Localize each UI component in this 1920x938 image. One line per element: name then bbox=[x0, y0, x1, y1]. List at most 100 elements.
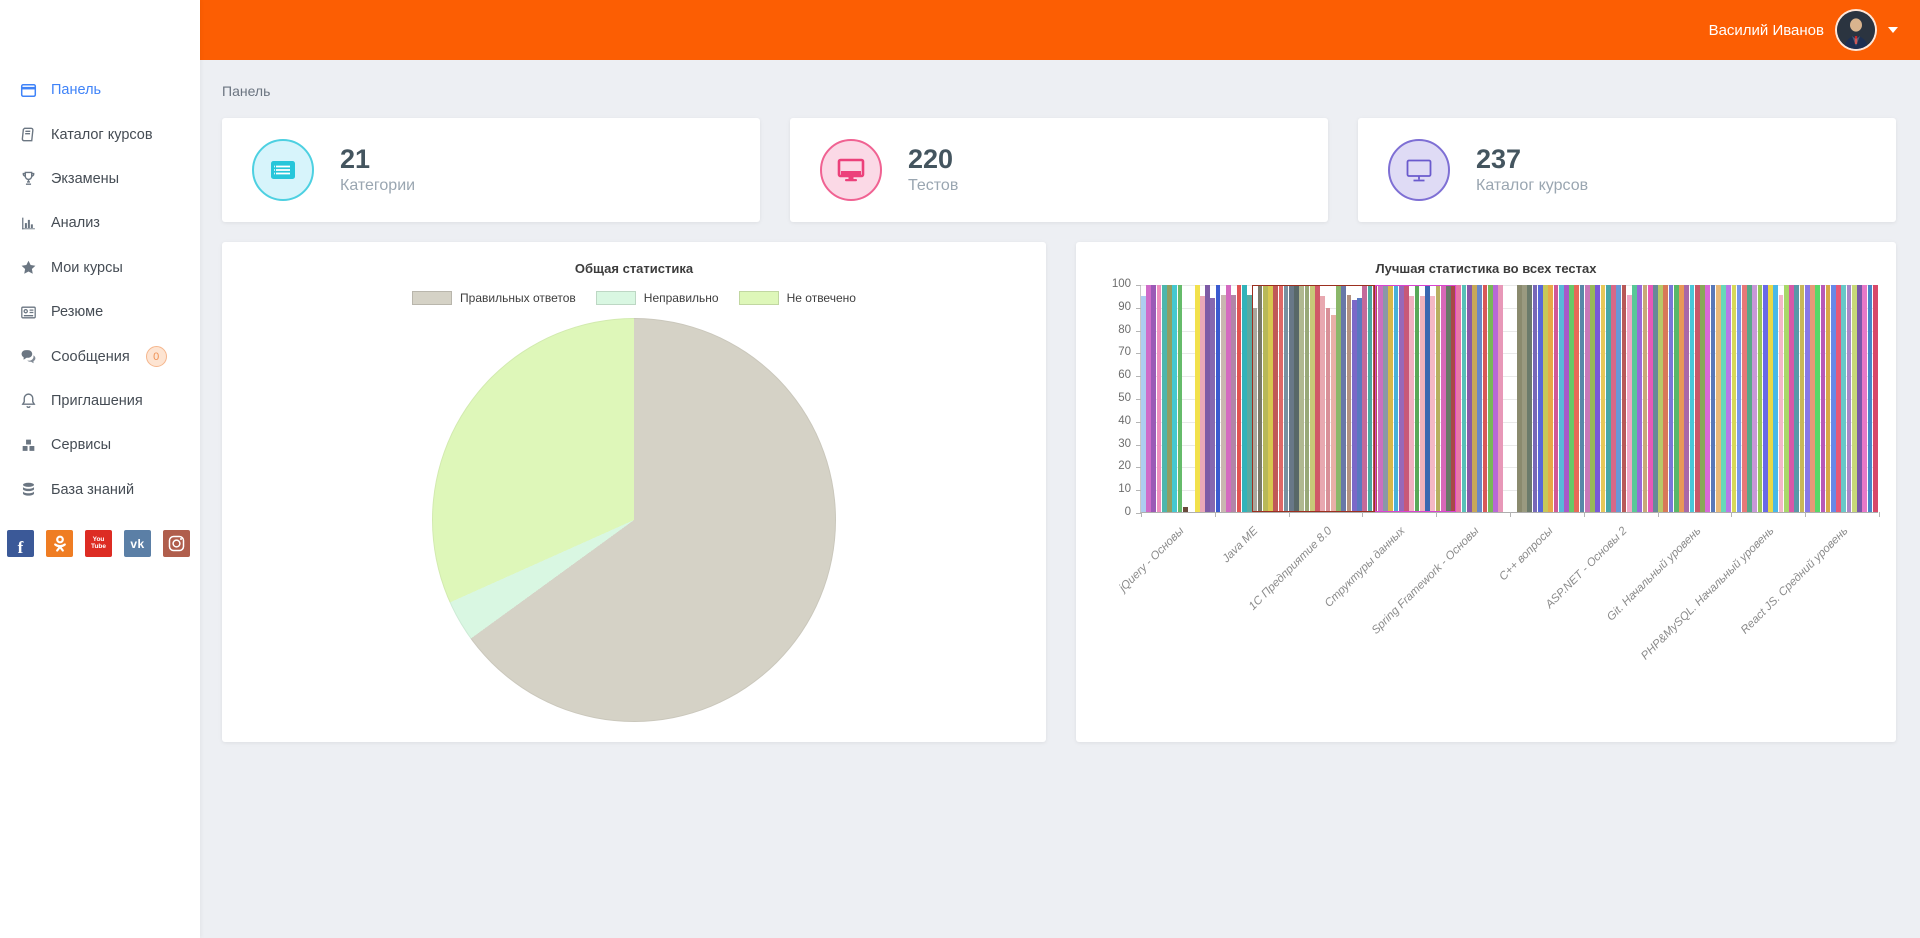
x-tick bbox=[1584, 512, 1585, 517]
bar bbox=[1805, 285, 1810, 512]
legend-swatch bbox=[596, 291, 636, 305]
bar bbox=[1543, 285, 1548, 512]
bar bbox=[1868, 285, 1873, 512]
bar bbox=[1658, 285, 1663, 512]
bar-chart-icon bbox=[19, 214, 37, 232]
bar bbox=[1242, 285, 1247, 512]
bar bbox=[1216, 285, 1221, 512]
monitor-outline-icon bbox=[1388, 139, 1450, 201]
bar bbox=[1483, 285, 1488, 512]
bar bbox=[1467, 285, 1472, 512]
bar bbox=[1305, 285, 1310, 512]
bar bbox=[1404, 285, 1409, 512]
bar bbox=[1527, 285, 1532, 512]
y-tick-label: 70 bbox=[1093, 346, 1131, 358]
stat-text: 21Категории bbox=[340, 145, 415, 196]
bar bbox=[1273, 285, 1278, 512]
stat-text: 220Тестов bbox=[908, 145, 958, 196]
bar bbox=[1294, 285, 1299, 512]
bar-plot: 1009080706050403020100jQuery - ОсновыJav… bbox=[1140, 285, 1878, 513]
bar bbox=[1326, 308, 1331, 512]
bar bbox=[1352, 300, 1357, 512]
chevron-down-icon[interactable] bbox=[1888, 27, 1898, 33]
legend-item[interactable]: Не отвечено bbox=[739, 291, 856, 305]
bar bbox=[1247, 295, 1252, 512]
bar bbox=[1425, 285, 1430, 512]
sidebar-item-chat[interactable]: Сообщения 0 bbox=[0, 334, 200, 378]
avatar[interactable] bbox=[1837, 11, 1875, 49]
bar bbox=[1716, 285, 1721, 512]
cubes-icon bbox=[19, 436, 37, 454]
bar bbox=[1409, 296, 1414, 512]
bar bbox=[1151, 285, 1156, 512]
user-menu[interactable]: Василий Иванов bbox=[1709, 0, 1898, 60]
social-facebook-button[interactable]: f bbox=[7, 530, 34, 557]
sidebar-item-trophy[interactable]: Экзамены bbox=[0, 157, 200, 201]
sidebar-item-book[interactable]: Каталог курсов bbox=[0, 112, 200, 156]
y-tick-label: 100 bbox=[1093, 278, 1131, 290]
bar bbox=[1368, 285, 1373, 512]
bar bbox=[1752, 285, 1757, 512]
pie-chart-title: Общая статистика bbox=[222, 242, 1046, 276]
legend-item[interactable]: Правильных ответов bbox=[412, 291, 576, 305]
bar bbox=[1758, 285, 1763, 512]
x-tick bbox=[1879, 512, 1880, 517]
sidebar-menu: Панель Каталог курсов ЭкзаменыАнализ Мои ку… bbox=[0, 68, 200, 512]
bar bbox=[1522, 285, 1527, 512]
social-instagram-button[interactable] bbox=[163, 530, 190, 557]
sidebar: Панель Каталог курсов ЭкзаменыАнализ Мои ку… bbox=[0, 0, 200, 938]
sidebar-item-label: Каталог курсов bbox=[51, 127, 153, 143]
bar bbox=[1847, 285, 1852, 512]
sidebar-item-bell[interactable]: Приглашения bbox=[0, 379, 200, 423]
y-tick-label: 0 bbox=[1093, 506, 1131, 518]
y-tick-label: 40 bbox=[1093, 415, 1131, 427]
social-vk-button[interactable]: vk bbox=[124, 530, 151, 557]
pie-legend: Правильных ответов Неправильно Не отвечено bbox=[222, 291, 1046, 305]
sidebar-item-label: Мои курсы bbox=[51, 260, 123, 276]
bar bbox=[1231, 295, 1236, 512]
bar bbox=[1195, 285, 1200, 512]
bar bbox=[1721, 285, 1726, 512]
bar bbox=[1205, 285, 1210, 512]
bar bbox=[1472, 285, 1477, 512]
social-odnoklassniki-button[interactable] bbox=[46, 530, 73, 557]
bar bbox=[1320, 296, 1325, 512]
bar bbox=[1237, 285, 1242, 512]
bar-chart-card: Лучшая статистика во всех тестах 1009080… bbox=[1076, 242, 1896, 742]
bar bbox=[1732, 285, 1737, 512]
sidebar-item-dashboard[interactable]: Панель bbox=[0, 68, 200, 112]
bar bbox=[1637, 285, 1642, 512]
trophy-icon bbox=[19, 170, 37, 188]
bar bbox=[1331, 315, 1336, 512]
bar bbox=[1606, 285, 1611, 512]
sidebar-item-cubes[interactable]: Сервисы bbox=[0, 423, 200, 467]
bar bbox=[1747, 285, 1752, 512]
sidebar-item-label: Панель bbox=[51, 82, 101, 98]
user-name: Василий Иванов bbox=[1709, 22, 1824, 39]
bar bbox=[1873, 285, 1878, 512]
bar bbox=[1533, 285, 1538, 512]
sidebar-item-id-card[interactable]: Резюме bbox=[0, 290, 200, 334]
page: Панель Каталог курсов ЭкзаменыАнализ Мои ку… bbox=[0, 0, 1920, 938]
sidebar-item-database[interactable]: База знаний bbox=[0, 468, 200, 512]
bar bbox=[1221, 295, 1226, 512]
bar bbox=[1456, 285, 1461, 512]
sidebar-item-bar-chart[interactable]: Анализ bbox=[0, 201, 200, 245]
social-links: f YouTube vk bbox=[7, 530, 190, 557]
sidebar-item-star[interactable]: Мои курсы bbox=[0, 246, 200, 290]
bar bbox=[1580, 285, 1585, 512]
dashboard-icon bbox=[19, 81, 37, 99]
bar bbox=[1462, 285, 1467, 512]
sidebar-item-label: Сообщения bbox=[51, 349, 130, 365]
x-tick bbox=[1510, 512, 1511, 517]
stat-label: Каталог курсов bbox=[1476, 177, 1588, 195]
messages-count-badge: 0 bbox=[146, 346, 167, 367]
bar bbox=[1141, 296, 1146, 512]
bar bbox=[1157, 285, 1162, 512]
social-youtube-button[interactable]: YouTube bbox=[85, 530, 112, 557]
legend-item[interactable]: Неправильно bbox=[596, 291, 719, 305]
x-tick bbox=[1215, 512, 1216, 517]
stat-card-категории: 21Категории bbox=[222, 118, 760, 222]
bar bbox=[1146, 285, 1151, 512]
bar bbox=[1341, 285, 1346, 512]
